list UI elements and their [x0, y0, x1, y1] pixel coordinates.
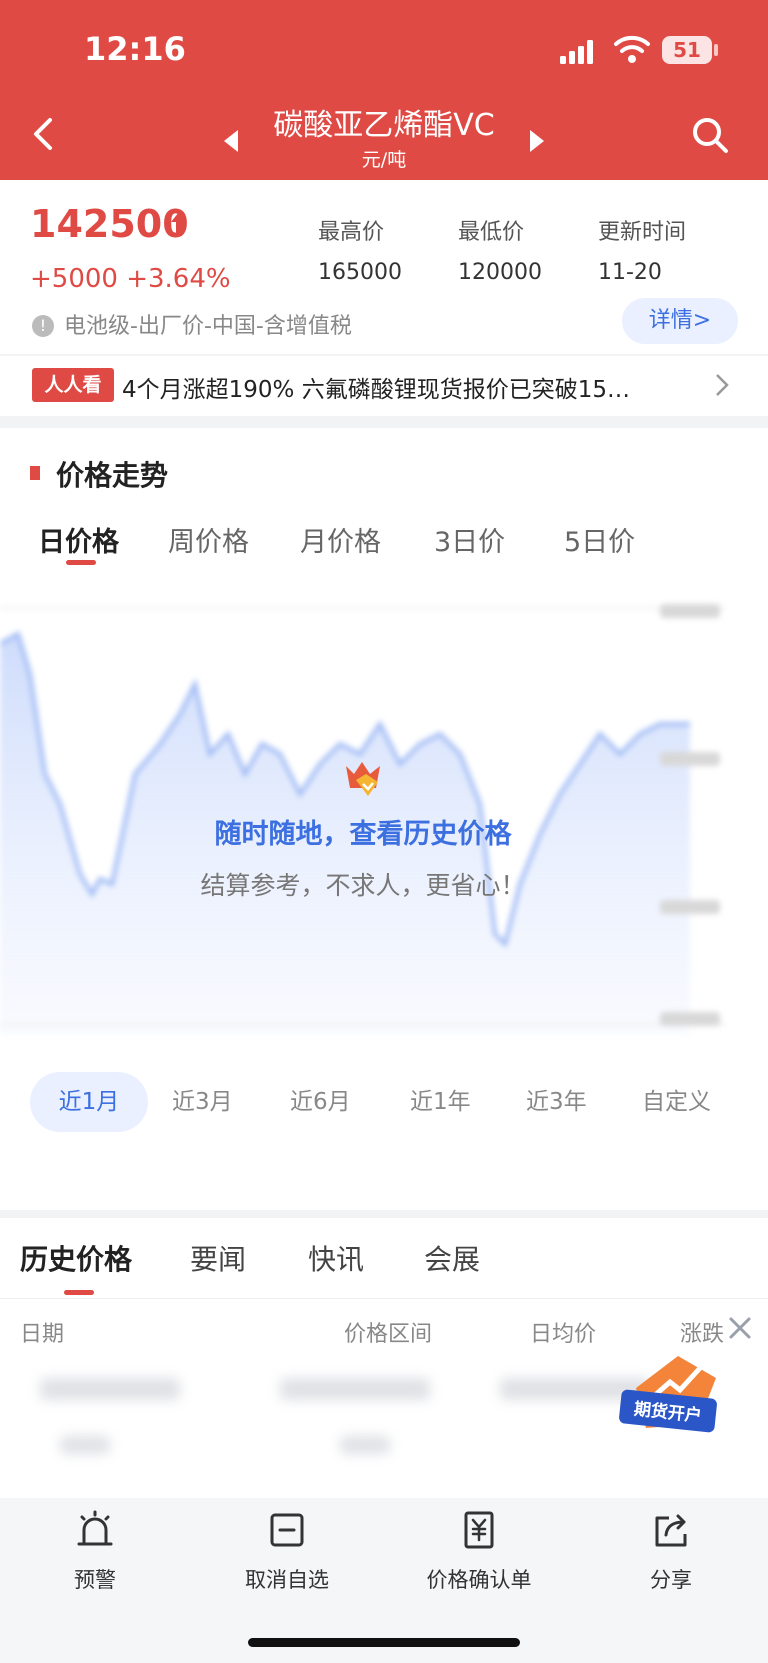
tab-price-history[interactable]: 历史价格: [20, 1238, 132, 1278]
column-daily-average: 日均价: [530, 1322, 597, 1347]
upsell-title[interactable]: 随时随地，查看历史价格: [0, 812, 726, 851]
section-title: 价格走势: [56, 459, 169, 492]
spec-note-text: 电池级-出厂价-中国-含增值税: [64, 314, 352, 339]
status-time: 12:16: [84, 30, 186, 68]
tab-exhibitions[interactable]: 会展: [424, 1238, 480, 1278]
share-button[interactable]: 分享: [606, 1510, 736, 1594]
column-price-range: 价格区间: [344, 1322, 433, 1347]
app-header: 12:16 51 碳酸亚乙烯酯VC 元/吨: [0, 0, 768, 180]
spec-note: ! 电池级-出厂价-中国-含增值税: [32, 308, 352, 340]
active-tab-indicator: [66, 560, 96, 565]
upsell-subtitle: 结算参考，不求人，更省心！: [200, 871, 526, 900]
arrow-up-icon: [171, 212, 187, 236]
column-date: 日期: [20, 1322, 65, 1347]
search-icon[interactable]: [690, 115, 730, 155]
cellular-signal-icon: [560, 40, 593, 64]
tab-daily-price[interactable]: 日价格: [38, 520, 119, 559]
share-icon: [655, 1514, 687, 1547]
detail-button[interactable]: 详情>: [622, 298, 738, 344]
battery-nub: [714, 44, 718, 56]
current-price: 142500: [30, 202, 189, 246]
lock-fox-icon: [346, 762, 380, 796]
range-3-months[interactable]: 近3月: [172, 1072, 233, 1132]
alarm-icon: [77, 1510, 113, 1546]
minus-square-icon: [270, 1513, 304, 1547]
price-confirmation-button[interactable]: 价格确认单: [414, 1510, 544, 1594]
tab-monthly-price[interactable]: 月价格: [300, 520, 381, 559]
tab-weekly-price[interactable]: 周价格: [168, 520, 249, 559]
yuan-document-icon: [464, 1511, 494, 1549]
alert-label: 预警: [74, 1568, 116, 1592]
updated-label: 更新时间: [598, 220, 687, 245]
low-value: 120000: [458, 260, 542, 285]
column-change: 涨跌: [680, 1322, 725, 1347]
range-custom[interactable]: 自定义: [642, 1072, 711, 1132]
tab-news[interactable]: 要闻: [190, 1238, 246, 1278]
range-1-year[interactable]: 近1年: [410, 1072, 471, 1132]
tab-3day-price[interactable]: 3日价: [434, 520, 505, 559]
price-change: +5000 +3.64%: [30, 264, 231, 294]
price-confirmation-label: 价格确认单: [426, 1568, 532, 1592]
share-label: 分享: [650, 1568, 692, 1592]
news-ticker[interactable]: 人人看 4个月涨超190% 六氟磷酸锂现货报价已突破15…: [0, 356, 768, 416]
info-icon: !: [32, 315, 54, 337]
battery-icon: 51: [662, 36, 712, 64]
chevron-right-icon: [716, 374, 729, 396]
history-section: 历史价格 要闻 快讯 会展 日期 价格区间 日均价 涨跌 期货开户: [0, 1218, 768, 1498]
next-product-button[interactable]: [528, 128, 548, 154]
section-marker: [30, 466, 40, 480]
range-6-months[interactable]: 近6月: [290, 1072, 351, 1132]
news-badge: 人人看: [32, 368, 114, 402]
range-1-month[interactable]: 近1月: [30, 1072, 148, 1132]
active-tab-indicator: [64, 1290, 94, 1295]
high-label: 最高价: [318, 220, 385, 245]
range-3-years[interactable]: 近3年: [526, 1072, 587, 1132]
news-headline[interactable]: 4个月涨超190% 六氟磷酸锂现货报价已突破15…: [122, 370, 682, 404]
price-panel: 142500 +5000 +3.64% 最高价 165000 最低价 12000…: [0, 180, 768, 354]
close-icon[interactable]: [726, 1314, 754, 1342]
tab-5day-price[interactable]: 5日价: [564, 520, 635, 559]
updated-value: 11-20: [598, 260, 662, 285]
high-value: 165000: [318, 260, 402, 285]
page-title: 碳酸亚乙烯酯VC: [273, 108, 495, 143]
home-indicator[interactable]: [248, 1638, 520, 1647]
low-label: 最低价: [458, 220, 525, 245]
price-trend-card: 价格走势 日价格 周价格 月价格 3日价 5日价 随时随地，查看历史价格 结算参…: [0, 428, 768, 1210]
remove-watchlist-button[interactable]: 取消自选: [222, 1510, 352, 1594]
unit-label: 元/吨: [361, 149, 407, 171]
alert-button[interactable]: 预警: [30, 1510, 160, 1594]
divider: [0, 1298, 768, 1299]
futures-account-badge[interactable]: 期货开户: [618, 1348, 724, 1440]
tab-flash[interactable]: 快讯: [308, 1238, 364, 1278]
remove-watchlist-label: 取消自选: [245, 1568, 329, 1592]
wifi-icon: [614, 35, 650, 63]
